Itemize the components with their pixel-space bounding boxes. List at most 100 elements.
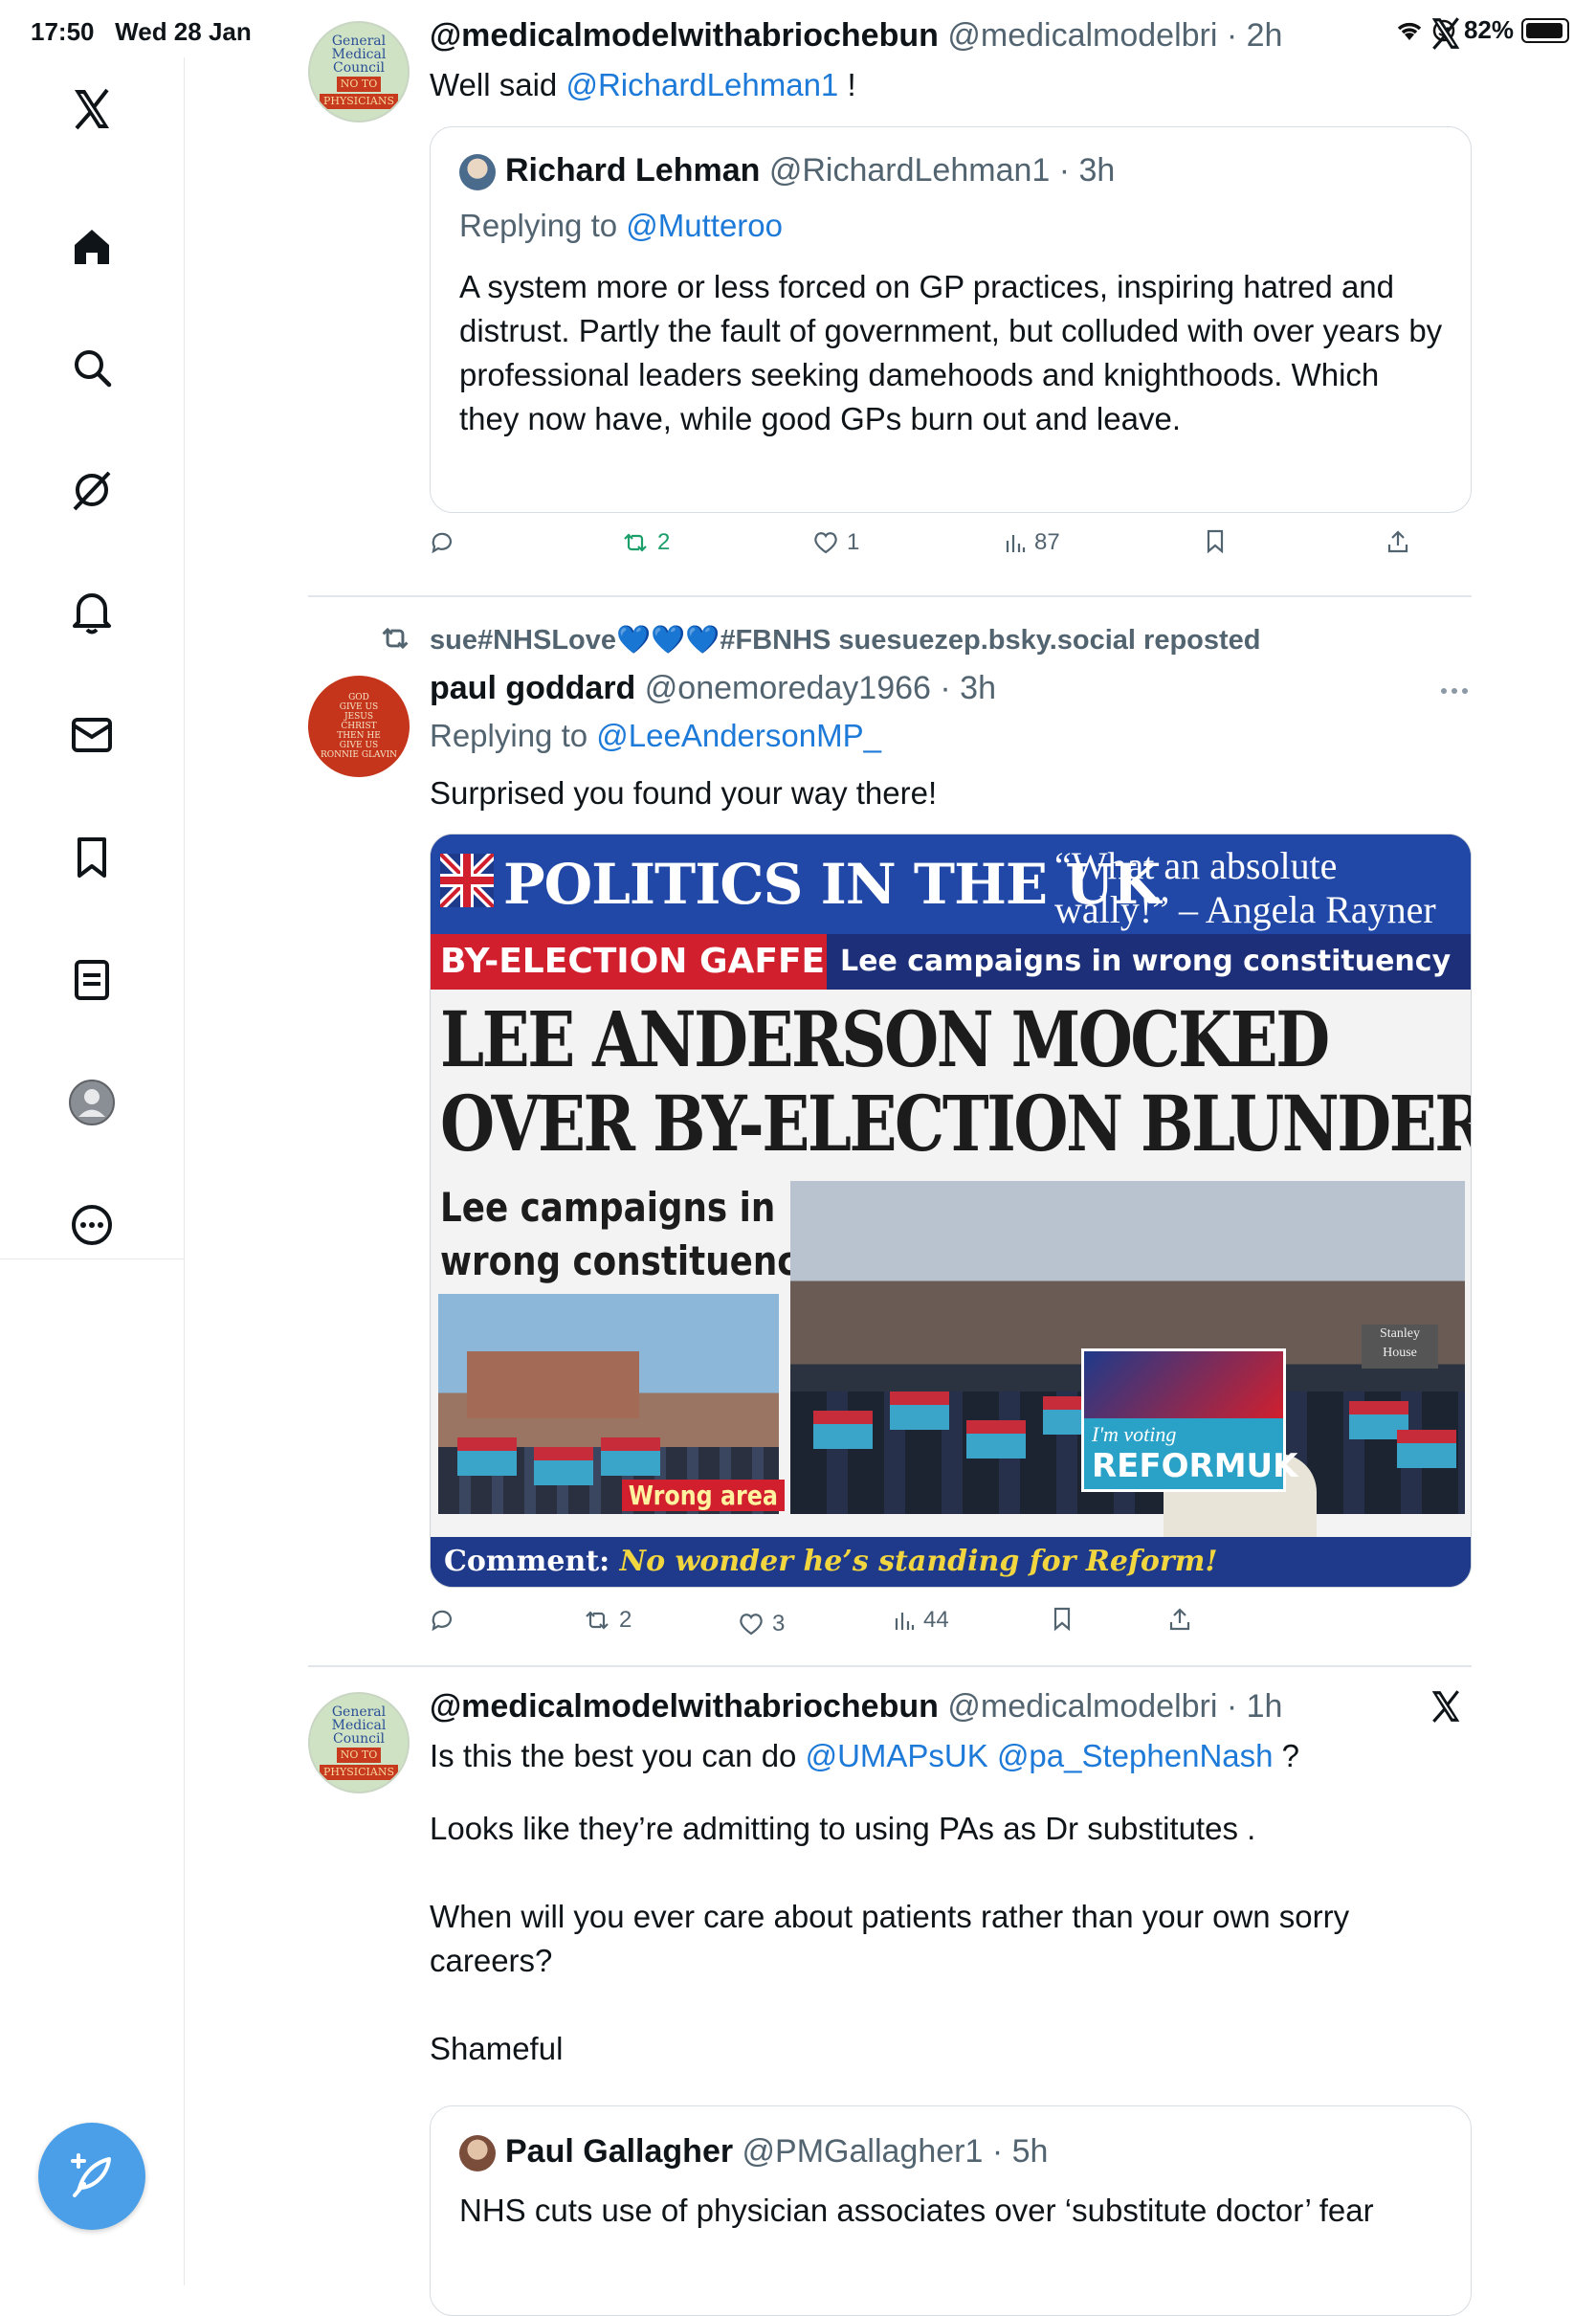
tweet-text: Surprised you found your way there! <box>430 775 938 811</box>
text: Is this the best you can do <box>430 1738 806 1773</box>
mention-link[interactable]: @LeeAndersonMP_ <box>596 718 881 753</box>
quote-author-handle: @PMGallagher1 <box>742 2133 984 2170</box>
text: ? <box>1273 1738 1300 1773</box>
quoted-tweet[interactable]: Paul Gallagher @PMGallagher1 · 5h NHS cu… <box>430 2105 1472 2316</box>
tweet-image[interactable]: POLITICS IN THE UK “What an absolute wal… <box>430 834 1472 1588</box>
sign-brand-text: REFORMUK <box>1092 1447 1298 1485</box>
subheadline-line: Lee campaigns in <box>440 1184 776 1231</box>
timestamp[interactable]: 2h <box>1247 17 1283 54</box>
views-chart-icon <box>1006 535 1026 552</box>
avatar-text: GIVE US <box>339 702 379 712</box>
share-icon <box>1387 530 1408 553</box>
bookmark-button[interactable] <box>1052 1607 1073 1632</box>
mention-link[interactable]: @RichardLehman1 <box>565 67 838 102</box>
reply-button[interactable] <box>430 529 454 554</box>
repost-icon <box>624 533 647 552</box>
search-icon[interactable] <box>61 337 122 398</box>
image-tag-text: Lee campaigns in wrong constituency <box>840 945 1452 978</box>
status-right: 82% <box>1395 15 1569 45</box>
reply-button[interactable] <box>430 1607 454 1632</box>
compose-feather-icon <box>71 2153 111 2197</box>
avatar-text: NO TO <box>336 1748 382 1763</box>
notifications-icon[interactable] <box>61 582 122 643</box>
comment-text: No wonder he’s standing for Reform! <box>619 1545 1218 1578</box>
quote-replying: Replying to @Mutteroo <box>459 208 783 244</box>
author-handle[interactable]: @medicalmodelbri <box>947 17 1217 54</box>
text: ! <box>838 67 856 102</box>
author-avatar[interactable]: General Medical Council NO TO PHYSICIANS <box>308 21 410 122</box>
date: Wed 28 Jan <box>115 17 252 46</box>
repost-button[interactable]: 2 <box>583 1607 632 1634</box>
quote-avatar <box>459 2135 496 2172</box>
reply-icon <box>432 1610 453 1632</box>
sidebar <box>0 57 185 1259</box>
more-options-icon[interactable] <box>1437 674 1472 713</box>
sign-small-text: I'm voting <box>1092 1422 1177 1446</box>
quoted-tweet[interactable]: Richard Lehman @RichardLehman1 · 3h Repl… <box>430 126 1472 513</box>
author-avatar[interactable]: General Medical Council NO TO PHYSICIANS <box>308 1692 410 1793</box>
replying-to: Replying to @LeeAndersonMP_ <box>430 718 881 754</box>
tweet-header: paul goddard @onemoreday1966 · 3h <box>430 670 996 707</box>
avatar-text: GOD <box>348 693 369 702</box>
avatar-text: RONNIE GLAVIN <box>320 750 398 760</box>
timestamp[interactable]: 1h <box>1247 1688 1283 1725</box>
bookmark-icon <box>1207 529 1224 554</box>
quote-header: Richard Lehman @RichardLehman1 · 3h <box>459 152 1115 191</box>
image-comment-bar: Comment: No wonder he’s standing for Ref… <box>431 1537 1471 1587</box>
separator: · <box>983 2133 1012 2170</box>
mention-link[interactable]: @pa_StephenNash <box>997 1738 1274 1773</box>
tweet-text: Well said @RichardLehman1 ! <box>430 63 856 107</box>
like-button[interactable]: 1 <box>812 529 859 556</box>
author-name[interactable]: @medicalmodelwithabriochebun <box>430 1688 939 1725</box>
separator: · <box>1050 152 1079 189</box>
author-avatar[interactable]: GOD GIVE US JESUS CHRIST THEN HE GIVE US… <box>308 676 410 777</box>
views-button[interactable]: 87 <box>1004 529 1060 556</box>
share-button[interactable] <box>1168 1607 1191 1632</box>
bookmark-button[interactable] <box>1205 529 1226 554</box>
avatar-text: Medical <box>331 1718 387 1733</box>
quote-avatar <box>459 154 496 191</box>
image-banner: POLITICS IN THE UK “What an absolute wal… <box>431 835 1471 934</box>
avatar-text: GIVE US <box>339 741 379 750</box>
author-name[interactable]: paul goddard <box>430 670 635 706</box>
tweet-header: @medicalmodelwithabriochebun @medicalmod… <box>430 1688 1282 1726</box>
mention-link[interactable]: @Mutteroo <box>626 208 783 243</box>
avatar-text: Council <box>333 1731 385 1747</box>
tweet-text: Is this the best you can do @UMAPsUK @pa… <box>430 1734 1463 2071</box>
image-body: LEE ANDERSON MOCKED OVER BY-ELECTION BLU… <box>431 990 1471 1587</box>
wifi-icon <box>1397 22 1422 40</box>
mention-link[interactable]: @UMAPsUK <box>806 1738 988 1773</box>
quote-timestamp: 5h <box>1011 2133 1049 2170</box>
quote-author-name: Richard Lehman <box>505 152 761 189</box>
view-count: 87 <box>1034 529 1060 555</box>
avatar-text: Medical <box>331 47 387 62</box>
repost-label[interactable]: sue#NHSLove💙💙💙#FBNHS suesuezep.bsky.soci… <box>430 624 1261 657</box>
share-button[interactable] <box>1386 529 1409 554</box>
lists-icon[interactable] <box>61 949 122 1011</box>
grok-icon[interactable] <box>61 459 122 521</box>
like-count: 3 <box>772 1611 786 1637</box>
profile-avatar-icon[interactable] <box>61 1072 122 1133</box>
author-handle[interactable]: @medicalmodelbri <box>947 1688 1217 1725</box>
repost-button[interactable]: 2 <box>621 529 670 556</box>
replying-label: Replying to <box>430 718 597 753</box>
bookmarks-icon[interactable] <box>61 827 122 888</box>
more-icon[interactable] <box>61 1194 122 1256</box>
x-logo-icon[interactable] <box>61 78 122 140</box>
divider <box>308 595 1472 597</box>
author-handle[interactable]: @onemoreday1966 <box>645 670 931 706</box>
compose-post-button[interactable] <box>38 2123 145 2230</box>
separator: · <box>1217 17 1247 54</box>
views-button[interactable]: 44 <box>893 1607 949 1634</box>
timestamp[interactable]: 3h <box>960 670 996 706</box>
avatar-text: General <box>331 1704 387 1720</box>
clock: 17:50 <box>31 17 95 46</box>
heart-icon <box>814 532 837 554</box>
like-button[interactable]: 3 <box>738 1611 785 1637</box>
home-icon[interactable] <box>61 216 122 278</box>
repost-count: 2 <box>657 529 671 555</box>
repost-count: 2 <box>619 1607 632 1633</box>
building-sign: Stanley House <box>1362 1325 1438 1369</box>
messages-icon[interactable] <box>61 704 122 766</box>
author-name[interactable]: @medicalmodelwithabriochebun <box>430 17 939 54</box>
